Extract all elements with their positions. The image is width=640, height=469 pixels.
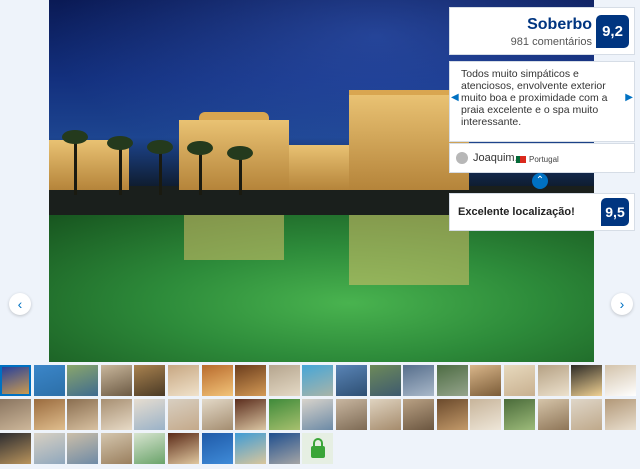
avatar <box>456 152 468 164</box>
photo-thumbnail[interactable] <box>134 433 165 464</box>
photo-thumbnail[interactable] <box>0 433 31 464</box>
author-name: Joaquim, <box>473 152 518 164</box>
photo-thumbnail[interactable] <box>34 433 65 464</box>
feature-label: Excelente localização! <box>458 206 575 218</box>
photo-thumbnail[interactable] <box>403 365 434 396</box>
photo-thumbnail[interactable] <box>336 365 367 396</box>
photo-thumbnail[interactable] <box>101 365 132 396</box>
location-highlight-card: Excelente localização! 9,5 <box>449 193 635 231</box>
palm-fronds <box>107 136 133 150</box>
photo-thumbnail[interactable] <box>34 399 65 430</box>
chevron-up-icon: ⌃ <box>535 175 545 186</box>
photo-thumbnail[interactable] <box>67 365 98 396</box>
lagoon-water <box>49 215 594 362</box>
photo-gallery: ‹ › Soberbo 981 comentários 9,2 ◀ Todos … <box>0 0 640 469</box>
photo-thumbnail[interactable] <box>0 365 31 396</box>
chevron-left-icon[interactable]: ◀ <box>451 92 459 103</box>
score-card[interactable]: Soberbo 981 comentários 9,2 <box>449 7 635 55</box>
thumbnail-strip <box>0 365 640 469</box>
photo-thumbnail[interactable] <box>605 365 636 396</box>
collapse-review-button[interactable]: ⌃ <box>532 173 548 189</box>
photo-thumbnail[interactable] <box>605 399 636 430</box>
hotel-building-small <box>289 145 349 190</box>
photo-thumbnail[interactable] <box>470 365 501 396</box>
review-quote-card: ◀ Todos muito simpáticos e atenciosos, e… <box>449 61 635 142</box>
palm-fronds <box>227 146 253 160</box>
palm-trunk <box>239 155 242 195</box>
photo-thumbnail[interactable] <box>101 433 132 464</box>
palm-fronds <box>62 130 88 144</box>
photo-thumbnail[interactable] <box>235 365 266 396</box>
photo-thumbnail[interactable] <box>269 365 300 396</box>
review-panel: Soberbo 981 comentários 9,2 ◀ Todos muit… <box>449 7 635 173</box>
building-reflection <box>184 215 284 260</box>
photo-thumbnail[interactable] <box>336 399 367 430</box>
photo-thumbnail[interactable] <box>134 399 165 430</box>
photo-thumbnail[interactable] <box>67 399 98 430</box>
photo-thumbnail[interactable] <box>34 365 65 396</box>
previous-photo-button[interactable]: ‹ <box>9 293 31 315</box>
author-country: Portugal <box>529 155 559 164</box>
photo-thumbnail[interactable] <box>235 399 266 430</box>
photo-thumbnail[interactable] <box>538 399 569 430</box>
photo-thumbnail[interactable] <box>67 433 98 464</box>
photo-thumbnail[interactable] <box>302 399 333 430</box>
palm-fronds <box>147 140 173 154</box>
photo-thumbnail[interactable] <box>538 365 569 396</box>
review-author: Joaquim, Portugal <box>449 143 635 173</box>
photo-thumbnail[interactable] <box>269 433 300 464</box>
lock-icon[interactable] <box>302 433 333 464</box>
photo-thumbnail[interactable] <box>571 365 602 396</box>
chevron-left-icon: ‹ <box>17 296 23 312</box>
photo-thumbnail[interactable] <box>168 433 199 464</box>
photo-thumbnail[interactable] <box>0 399 31 430</box>
review-count: 981 comentários <box>510 36 592 48</box>
next-photo-button[interactable]: › <box>611 293 633 315</box>
photo-thumbnail[interactable] <box>134 365 165 396</box>
palm-trunk <box>159 150 162 195</box>
review-quote-text: Todos muito simpáticos e atenciosos, env… <box>461 68 608 128</box>
feature-score-badge: 9,5 <box>601 198 629 226</box>
palm-trunk <box>74 140 77 195</box>
photo-thumbnail[interactable] <box>168 365 199 396</box>
palm-trunk <box>119 145 122 195</box>
photo-thumbnail[interactable] <box>370 365 401 396</box>
palm-trunk <box>199 150 202 195</box>
photo-thumbnail[interactable] <box>101 399 132 430</box>
chevron-right-icon: › <box>619 296 625 312</box>
palm-fronds <box>187 141 213 155</box>
photo-thumbnail[interactable] <box>437 399 468 430</box>
portugal-flag-icon <box>516 156 526 163</box>
photo-thumbnail[interactable] <box>202 365 233 396</box>
photo-thumbnail[interactable] <box>504 365 535 396</box>
photo-thumbnail[interactable] <box>302 365 333 396</box>
photo-thumbnail[interactable] <box>370 399 401 430</box>
photo-thumbnail[interactable] <box>437 365 468 396</box>
lock-body <box>311 446 325 458</box>
photo-thumbnail[interactable] <box>202 433 233 464</box>
photo-thumbnail[interactable] <box>470 399 501 430</box>
photo-thumbnail[interactable] <box>168 399 199 430</box>
photo-thumbnail[interactable] <box>235 433 266 464</box>
photo-thumbnail[interactable] <box>202 399 233 430</box>
photo-thumbnail[interactable] <box>403 399 434 430</box>
score-rating-word: Soberbo <box>527 16 592 33</box>
photo-thumbnail[interactable] <box>269 399 300 430</box>
photo-thumbnail[interactable] <box>571 399 602 430</box>
photo-thumbnail[interactable] <box>504 399 535 430</box>
chevron-right-icon[interactable]: ▶ <box>625 92 633 103</box>
score-badge: 9,2 <box>596 15 629 48</box>
